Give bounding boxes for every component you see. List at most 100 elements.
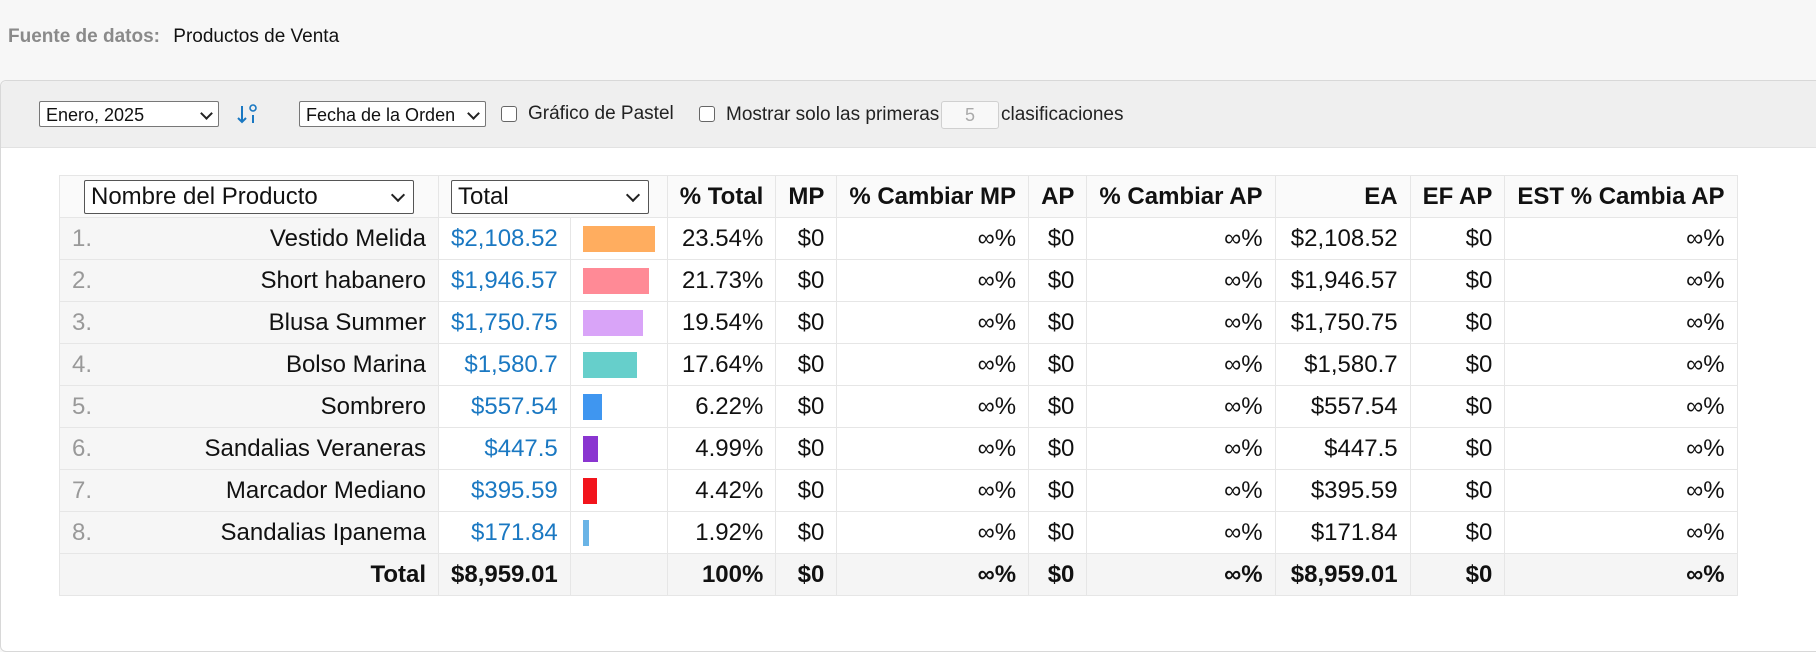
product-cell: 7. Marcador Mediano [59, 469, 439, 512]
col-header-pct-change-ap[interactable]: % Cambiar AP [1086, 175, 1276, 218]
total-mp: $0 [775, 553, 838, 596]
total-bar-cell [569, 553, 668, 596]
rank-number: 5. [72, 392, 93, 420]
ef-ap-value: $0 [1409, 511, 1506, 554]
top-count-input[interactable]: 5 [941, 101, 999, 129]
est-change-ap: ∞% [1504, 259, 1738, 302]
pct-total: 17.64% [666, 343, 777, 386]
amount-link[interactable]: $557.54 [438, 385, 571, 428]
product-name: Bolso Marina [285, 350, 426, 378]
data-source-bar: Fuente de datos: Productos de Venta [8, 26, 339, 48]
share-bar [582, 351, 637, 378]
mp-value: $0 [775, 511, 838, 554]
total-ea: $8,959.01 [1274, 553, 1411, 596]
amount-link[interactable]: $2,108.52 [438, 217, 571, 260]
header-row: Nombre del Producto Total % Total MP % C… [59, 175, 1738, 218]
share-bar-cell [569, 427, 668, 470]
mp-value: $0 [775, 301, 838, 344]
table-row: 6. Sandalias Veraneras $447.5 4.99% $0 ∞% $0 ∞%… [59, 427, 1738, 470]
report-panel: Enero, 2025 Fecha de la Orden Gráfico de… [0, 80, 1816, 652]
amount-link[interactable]: $447.5 [438, 427, 571, 470]
rank-number: 7. [72, 476, 93, 504]
measure-header: Total [438, 175, 668, 218]
date-field-select-value: Fecha de la Orden [306, 105, 456, 125]
share-bar [582, 267, 649, 294]
pct-total: 21.73% [666, 259, 777, 302]
ef-ap-value: $0 [1409, 385, 1506, 428]
amount-link[interactable]: $395.59 [438, 469, 571, 512]
amount-link[interactable]: $1,580.7 [438, 343, 571, 386]
pct-total: 4.99% [666, 427, 777, 470]
ea-value: $171.84 [1274, 511, 1411, 554]
ef-ap-value: $0 [1409, 301, 1506, 344]
product-name: Short habanero [260, 266, 426, 294]
share-bar-cell [569, 259, 668, 302]
amount-link[interactable]: $171.84 [438, 511, 571, 554]
rank-number: 1. [72, 224, 93, 252]
date-field-select[interactable]: Fecha de la Orden [299, 101, 486, 127]
total-change-ap: ∞% [1086, 553, 1276, 596]
ef-ap-value: $0 [1409, 343, 1506, 386]
share-bar-cell [569, 511, 668, 554]
table-row: 5. Sombrero $557.54 6.22% $0 ∞% $0 ∞% $557.54 $0 ∞… [59, 385, 1738, 428]
est-change-ap: ∞% [1504, 511, 1738, 554]
top-only-label: Mostrar solo las primeras [726, 104, 940, 125]
share-bar-cell [569, 469, 668, 512]
col-header-pct-change-mp[interactable]: % Cambiar MP [836, 175, 1030, 218]
amount-link[interactable]: $1,946.57 [438, 259, 571, 302]
product-name: Sombrero [320, 392, 426, 420]
change-ap: ∞% [1086, 511, 1276, 554]
rank-number: 8. [72, 518, 93, 546]
amount-link[interactable]: $1,750.75 [438, 301, 571, 344]
pct-total: 23.54% [666, 217, 777, 260]
pct-total: 4.42% [666, 469, 777, 512]
chevron-down-icon [390, 187, 406, 202]
mp-value: $0 [775, 385, 838, 428]
table-row: 8. Sandalias Ipanema $171.84 1.92% $0 ∞% $0 ∞% $… [59, 511, 1738, 554]
change-ap: ∞% [1086, 301, 1276, 344]
change-mp: ∞% [836, 511, 1030, 554]
ea-value: $1,750.75 [1274, 301, 1411, 344]
table-row: 3. Blusa Summer $1,750.75 19.54% $0 ∞% $0 ∞% $1,… [59, 301, 1738, 344]
mp-value: $0 [775, 343, 838, 386]
pie-chart-checkbox[interactable] [501, 106, 517, 122]
change-mp: ∞% [836, 301, 1030, 344]
top-only-checkbox[interactable] [699, 106, 715, 122]
measure-select-value: Total [458, 182, 509, 210]
total-ef-ap: $0 [1409, 553, 1506, 596]
est-change-ap: ∞% [1504, 301, 1738, 344]
share-bar [582, 477, 597, 504]
group-by-select[interactable]: Nombre del Producto [84, 179, 414, 214]
period-select[interactable]: Enero, 2025 [39, 101, 219, 127]
ef-ap-value: $0 [1409, 259, 1506, 302]
col-header-ef-ap[interactable]: EF AP [1409, 175, 1506, 218]
est-change-ap: ∞% [1504, 217, 1738, 260]
ap-value: $0 [1028, 385, 1088, 428]
product-cell: 6. Sandalias Veraneras [59, 427, 439, 470]
table-row: 7. Marcador Mediano $395.59 4.42% $0 ∞% $0 ∞% $3… [59, 469, 1738, 512]
chevron-down-icon [625, 187, 641, 202]
data-source-value: Productos de Venta [173, 26, 340, 47]
product-cell: 3. Blusa Summer [59, 301, 439, 344]
ap-value: $0 [1028, 511, 1088, 554]
sort-order-icon[interactable] [237, 102, 259, 126]
top-only-suffix: clasificaciones [1001, 104, 1124, 125]
col-header-mp[interactable]: MP [775, 175, 838, 218]
product-name: Vestido Melida [269, 224, 426, 252]
col-header-pct-total[interactable]: % Total [666, 175, 777, 218]
table-row: 2. Short habanero $1,946.57 21.73% $0 ∞% $0 ∞% $… [59, 259, 1738, 302]
product-cell: 5. Sombrero [59, 385, 439, 428]
measure-select[interactable]: Total [451, 179, 649, 214]
share-bar [582, 519, 589, 546]
total-est-change-ap: ∞% [1504, 553, 1738, 596]
ap-value: $0 [1028, 301, 1088, 344]
col-header-ap[interactable]: AP [1028, 175, 1088, 218]
col-header-est-pct-change-ap[interactable]: EST % Cambia AP [1504, 175, 1738, 218]
pct-total: 1.92% [666, 511, 777, 554]
rank-number: 6. [72, 434, 93, 462]
ef-ap-value: $0 [1409, 217, 1506, 260]
product-cell: 4. Bolso Marina [59, 343, 439, 386]
ea-value: $2,108.52 [1274, 217, 1411, 260]
mp-value: $0 [775, 217, 838, 260]
col-header-ea[interactable]: EA [1274, 175, 1411, 218]
